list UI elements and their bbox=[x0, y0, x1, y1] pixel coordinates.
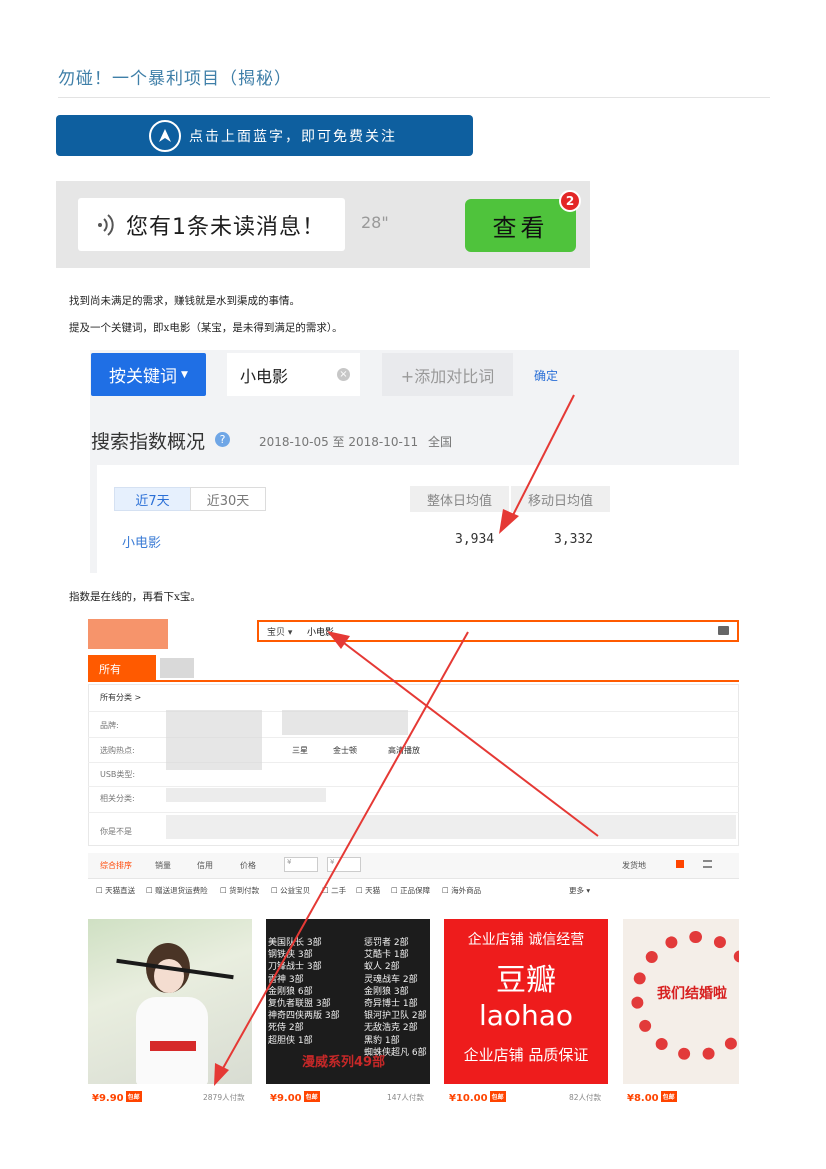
arrowhead-search bbox=[327, 631, 350, 649]
arrow-to-search-bar bbox=[339, 639, 599, 837]
arrowhead-buyers bbox=[214, 1063, 229, 1086]
arrow-to-buyers bbox=[221, 631, 469, 1071]
annotation-arrows bbox=[214, 394, 599, 1086]
arrow-to-index-value bbox=[510, 394, 575, 520]
arrowhead-index bbox=[499, 509, 519, 534]
